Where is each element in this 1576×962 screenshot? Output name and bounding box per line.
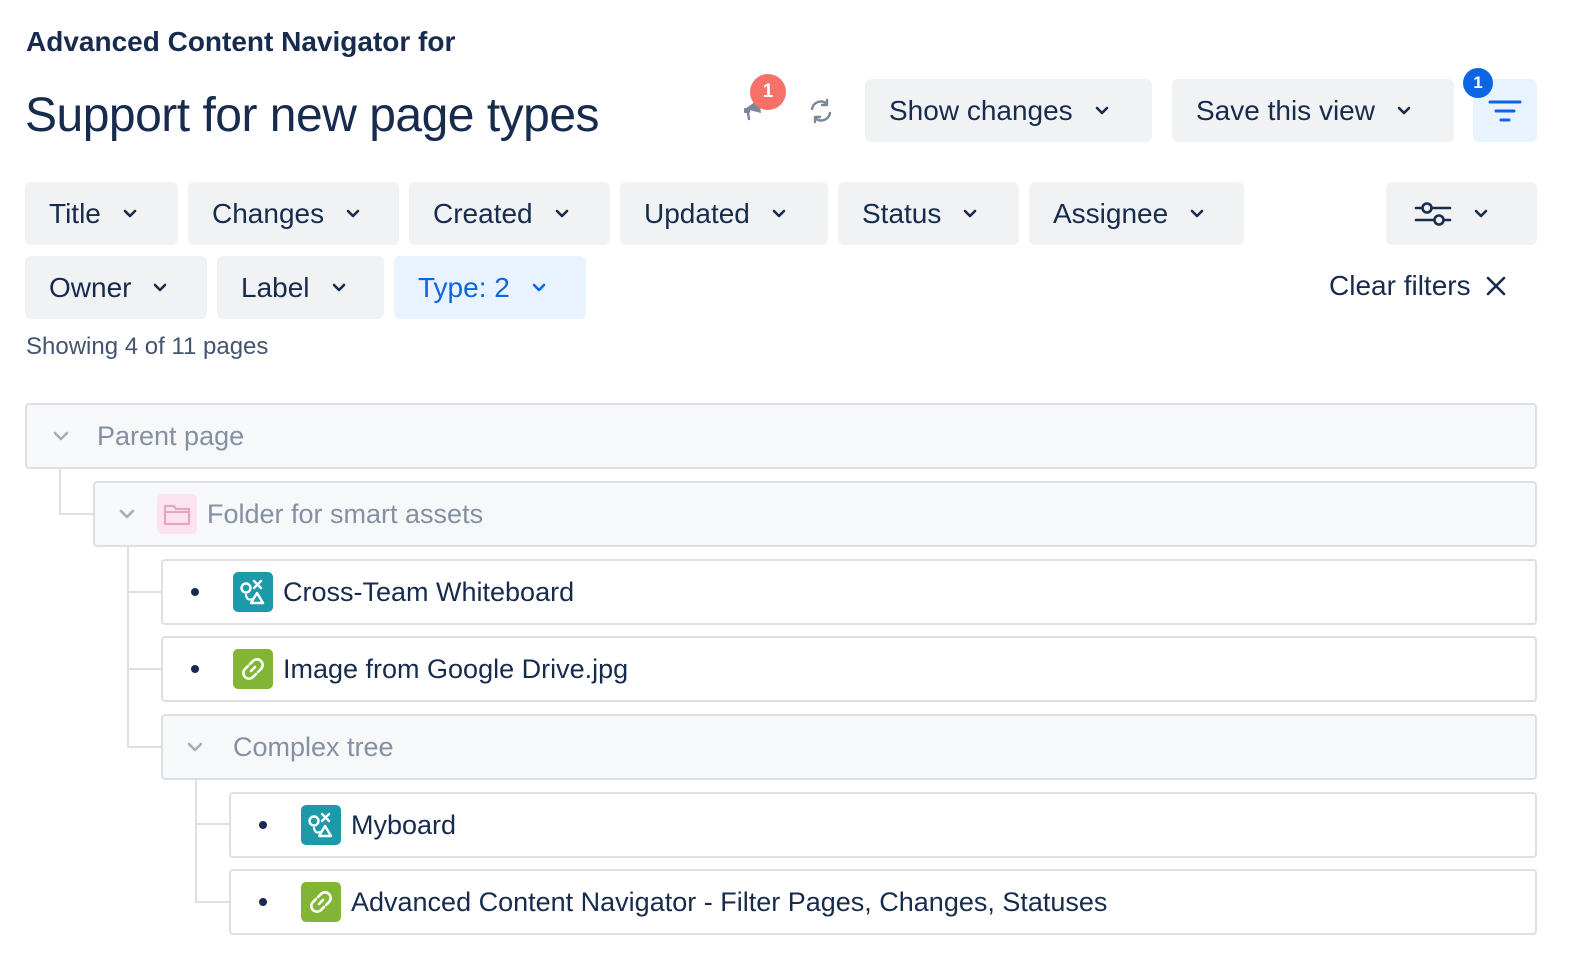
page-subtitle: Advanced Content Navigator for [26,26,456,57]
tree-row-title: Cross-Team Whiteboard [283,576,575,607]
sliders-icon [1414,201,1452,226]
chevron-down-icon [532,283,546,292]
chevron-down-icon [1190,209,1204,218]
tree-row-title: Complex tree [233,731,394,762]
bullet-icon [191,588,199,596]
filter-label-label: Label [241,271,310,303]
filter-created-label: Created [433,197,533,229]
filter-created[interactable]: Created [409,182,610,245]
filter-label[interactable]: Label [217,256,384,319]
chevron-down-icon [123,209,137,218]
tree-row-whiteboard[interactable]: Cross-Team Whiteboard [161,559,1537,625]
tree-row-title: Image from Google Drive.jpg [283,653,629,684]
filter-title[interactable]: Title [25,182,178,245]
refresh-button[interactable] [802,92,840,130]
bullet-icon [191,665,199,673]
column-settings-button[interactable] [1386,182,1537,245]
tree-connector [127,591,162,593]
tree-row-title: Myboard [351,809,457,840]
tree-row-parent-page[interactable]: Parent page [25,403,1537,469]
tree-connector [195,901,230,903]
chevron-down-icon [332,283,345,292]
folder-icon [157,494,197,534]
tree-connector [59,469,61,515]
chevron-down-icon [346,209,360,218]
tree-row-folder[interactable]: Folder for smart assets [93,481,1537,547]
filter-assignee[interactable]: Assignee [1029,182,1244,245]
filter-changes[interactable]: Changes [188,182,399,245]
tree-row-acn-link[interactable]: Advanced Content Navigator - Filter Page… [229,869,1537,935]
whiteboard-icon [233,572,273,612]
save-view-label: Save this view [1196,94,1375,126]
filter-icon [1488,100,1522,121]
whiteboard-icon [301,805,341,845]
chevron-down-icon [1474,209,1488,218]
tree-connector [127,668,162,670]
filter-owner-label: Owner [49,271,132,303]
chevron-down-icon[interactable] [119,509,135,519]
clear-filters-button[interactable]: Clear filters [1329,270,1507,302]
tree-connector [195,779,197,903]
chevron-down-icon [1095,106,1108,115]
chevron-down-icon [964,209,977,218]
link-icon [233,649,273,689]
filter-title-label: Title [49,197,101,229]
clear-filters-label: Clear filters [1329,270,1471,301]
tree-row-title: Parent page [97,420,245,451]
filter-type[interactable]: Type: 2 [394,256,586,319]
tree-connector [127,746,162,748]
show-changes-button[interactable]: Show changes [865,79,1152,142]
filter-count-badge: 1 [1463,68,1493,98]
tree-connector [127,547,129,747]
close-icon [1486,276,1505,296]
chevron-down-icon [1397,106,1411,115]
filter-status[interactable]: Status [838,182,1019,245]
show-changes-label: Show changes [889,94,1073,126]
tree-row-title: Folder for smart assets [207,498,484,529]
filter-updated-label: Updated [644,197,750,229]
refresh-icon [810,98,832,124]
tree-row-myboard[interactable]: Myboard [229,792,1537,858]
save-view-button[interactable]: Save this view [1172,79,1454,142]
page-title: Support for new page types [25,89,600,142]
filter-updated[interactable]: Updated [620,182,828,245]
tree-row-title: Advanced Content Navigator - Filter Page… [351,886,1108,917]
tree-connector [195,823,230,825]
notification-badge: 1 [750,74,786,110]
tree-connector [59,513,94,515]
link-icon [301,882,341,922]
filter-status-label: Status [862,197,942,229]
chevron-down-icon[interactable] [187,742,203,752]
filter-assignee-label: Assignee [1053,197,1169,229]
filter-changes-label: Changes [212,197,325,229]
tree-row-complex-tree[interactable]: Complex tree [161,714,1537,780]
bullet-icon [259,898,267,906]
filter-owner[interactable]: Owner [25,256,207,319]
chevron-down-icon [772,209,786,218]
results-count: Showing 4 of 11 pages [26,333,269,360]
chevron-down-icon[interactable] [53,431,69,441]
chevron-down-icon [154,283,167,292]
filter-type-label: Type: 2 [418,271,510,303]
tree-row-google-drive-image[interactable]: Image from Google Drive.jpg [161,636,1537,702]
chevron-down-icon [555,209,568,218]
bullet-icon [259,821,267,829]
